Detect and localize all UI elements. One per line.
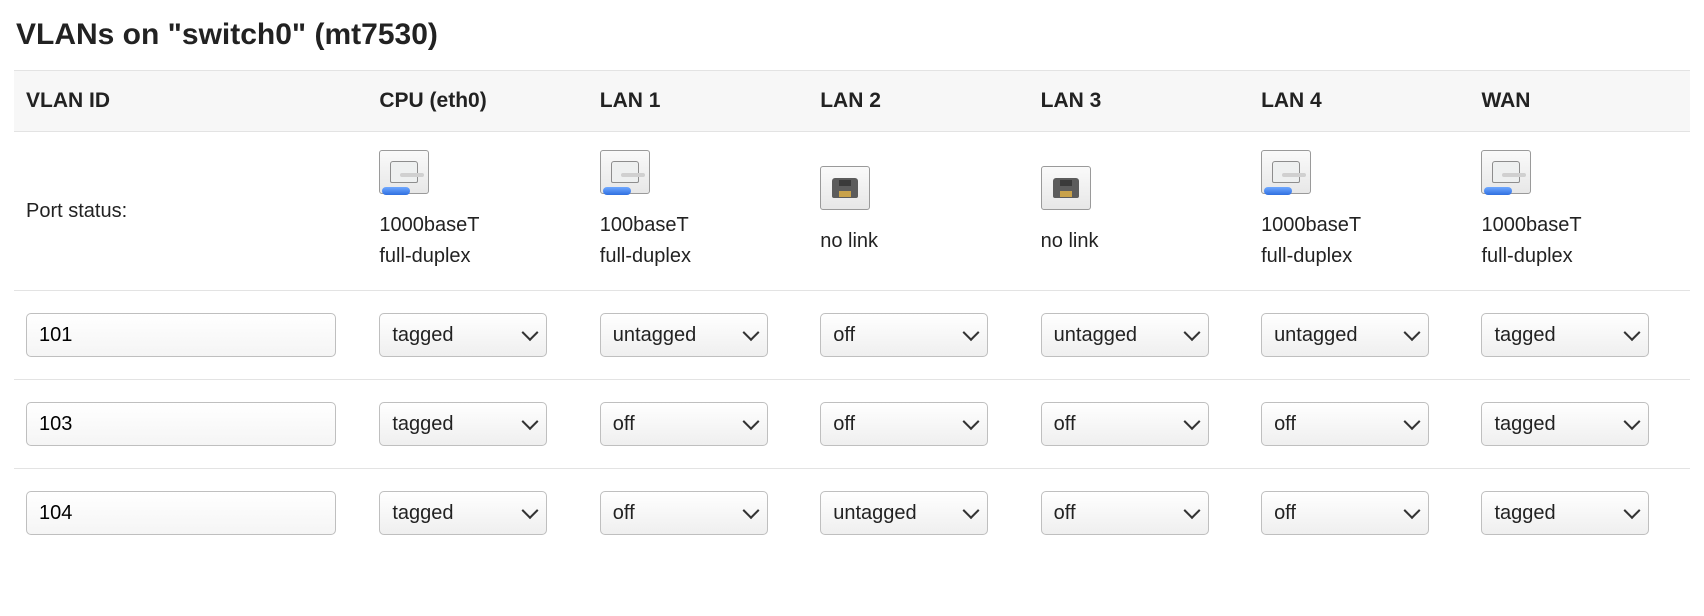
vlan-port-select-value: off [833, 324, 855, 347]
vlan-port-select-value: off [1054, 413, 1076, 436]
vlan-port-select-value: tagged [392, 324, 453, 347]
port-status-cell: 100baseTfull-duplex [588, 132, 808, 291]
chevron-down-icon [742, 502, 759, 519]
vlan-port-select-value: off [613, 502, 635, 525]
vlan-port-select[interactable]: off [820, 402, 988, 446]
port-link-up-icon [1261, 150, 1311, 194]
vlan-port-select-value: tagged [392, 413, 453, 436]
vlan-row: tagged untagged off untagged untagged tagged [14, 291, 1690, 380]
port-status-text: 100baseT [600, 210, 796, 241]
chevron-down-icon [963, 502, 980, 519]
vlan-port-select-value: untagged [833, 502, 916, 525]
chevron-down-icon [963, 324, 980, 341]
vlan-port-select[interactable]: off [1041, 402, 1209, 446]
vlan-row: tagged off untagged off off tagged [14, 469, 1690, 558]
port-status-text: 1000baseT [379, 210, 575, 241]
chevron-down-icon [963, 413, 980, 430]
vlan-table: VLAN ID CPU (eth0) LAN 1 LAN 2 LAN 3 LAN… [14, 70, 1690, 557]
col-vlan-id: VLAN ID [14, 71, 367, 132]
chevron-down-icon [742, 324, 759, 341]
col-cpu-eth0: CPU (eth0) [367, 71, 587, 132]
chevron-down-icon [742, 413, 759, 430]
chevron-down-icon [1624, 502, 1641, 519]
vlan-port-select-value: off [1274, 502, 1296, 525]
vlan-port-select[interactable]: off [600, 491, 768, 535]
vlan-port-select[interactable]: tagged [379, 402, 547, 446]
vlan-port-select[interactable]: tagged [1481, 313, 1649, 357]
vlan-port-select[interactable]: untagged [1041, 313, 1209, 357]
port-status-label: Port status: [14, 132, 367, 291]
port-status-text: full-duplex [379, 241, 575, 272]
col-lan3: LAN 3 [1029, 71, 1249, 132]
chevron-down-icon [1183, 502, 1200, 519]
vlan-port-select-value: untagged [1274, 324, 1357, 347]
chevron-down-icon [522, 413, 539, 430]
chevron-down-icon [522, 502, 539, 519]
port-link-up-icon [600, 150, 650, 194]
vlan-port-select-value: off [1054, 502, 1076, 525]
vlan-port-select-value: tagged [392, 502, 453, 525]
vlan-port-select-value: tagged [1494, 502, 1555, 525]
port-status-text: full-duplex [600, 241, 796, 272]
port-status-text: 1000baseT [1261, 210, 1457, 241]
vlan-port-select-value: untagged [613, 324, 696, 347]
vlan-port-select[interactable]: untagged [600, 313, 768, 357]
port-status-cell: no link [1029, 132, 1249, 291]
vlan-row: tagged off off off off tagged [14, 380, 1690, 469]
chevron-down-icon [1404, 324, 1421, 341]
vlan-port-select[interactable]: tagged [379, 491, 547, 535]
chevron-down-icon [1624, 413, 1641, 430]
vlan-id-input[interactable] [26, 402, 336, 446]
vlan-id-input[interactable] [26, 313, 336, 357]
port-status-text: 1000baseT [1481, 210, 1678, 241]
chevron-down-icon [522, 324, 539, 341]
vlan-port-select[interactable]: untagged [820, 491, 988, 535]
col-wan: WAN [1469, 71, 1690, 132]
table-header-row: VLAN ID CPU (eth0) LAN 1 LAN 2 LAN 3 LAN… [14, 71, 1690, 132]
vlan-port-select-value: off [833, 413, 855, 436]
vlan-port-select[interactable]: off [1261, 402, 1429, 446]
vlan-port-select[interactable]: tagged [379, 313, 547, 357]
vlan-port-select[interactable]: tagged [1481, 402, 1649, 446]
col-lan1: LAN 1 [588, 71, 808, 132]
port-status-row: Port status:1000baseTfull-duplex100baseT… [14, 132, 1690, 291]
chevron-down-icon [1183, 324, 1200, 341]
vlan-port-select[interactable]: off [820, 313, 988, 357]
port-status-cell: 1000baseTfull-duplex [1469, 132, 1690, 291]
port-link-up-icon [1481, 150, 1531, 194]
vlan-port-select-value: off [613, 413, 635, 436]
vlan-port-select-value: tagged [1494, 324, 1555, 347]
port-status-text: full-duplex [1481, 241, 1678, 272]
vlan-port-select-value: untagged [1054, 324, 1137, 347]
port-link-down-icon [820, 166, 870, 210]
col-lan4: LAN 4 [1249, 71, 1469, 132]
vlan-port-select[interactable]: off [600, 402, 768, 446]
port-status-cell: no link [808, 132, 1028, 291]
page-title: VLANs on "switch0" (mt7530) [16, 18, 1688, 52]
vlan-port-select[interactable]: off [1041, 491, 1209, 535]
port-status-text: no link [1041, 226, 1237, 257]
vlan-port-select[interactable]: untagged [1261, 313, 1429, 357]
port-status-cell: 1000baseTfull-duplex [1249, 132, 1469, 291]
vlan-port-select[interactable]: off [1261, 491, 1429, 535]
col-lan2: LAN 2 [808, 71, 1028, 132]
port-link-down-icon [1041, 166, 1091, 210]
chevron-down-icon [1183, 413, 1200, 430]
vlan-port-select[interactable]: tagged [1481, 491, 1649, 535]
port-status-text: full-duplex [1261, 241, 1457, 272]
chevron-down-icon [1404, 502, 1421, 519]
vlan-id-input[interactable] [26, 491, 336, 535]
port-link-up-icon [379, 150, 429, 194]
chevron-down-icon [1404, 413, 1421, 430]
vlan-port-select-value: tagged [1494, 413, 1555, 436]
vlan-port-select-value: off [1274, 413, 1296, 436]
chevron-down-icon [1624, 324, 1641, 341]
port-status-text: no link [820, 226, 1016, 257]
port-status-cell: 1000baseTfull-duplex [367, 132, 587, 291]
